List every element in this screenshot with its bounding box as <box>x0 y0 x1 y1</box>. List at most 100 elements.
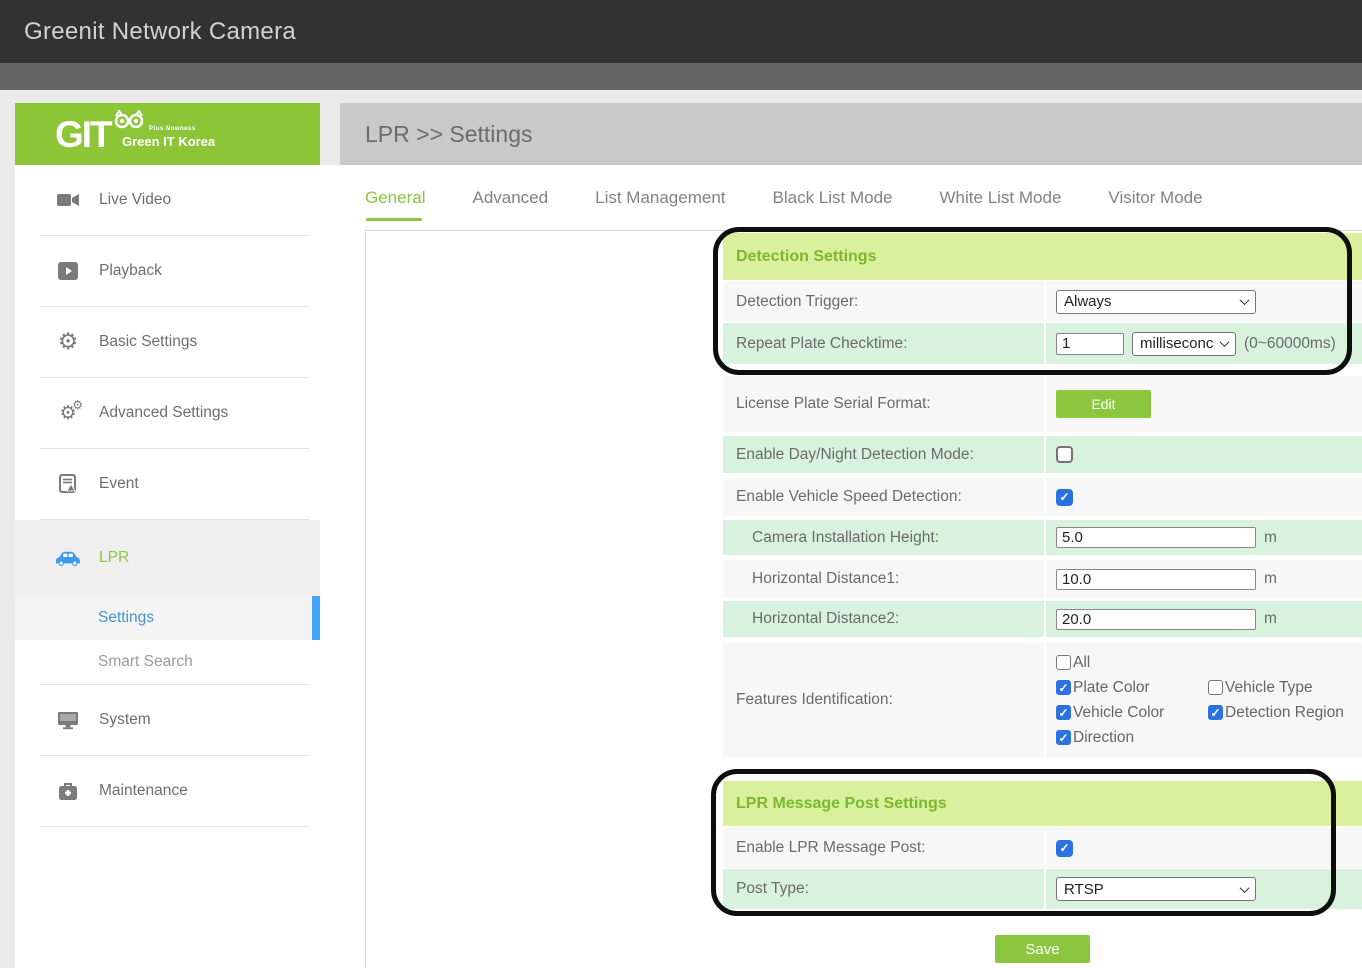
sidebar-item-label: Maintenance <box>99 782 188 800</box>
repeat-unit-select[interactable]: milliseconc <box>1132 332 1236 356</box>
row-day-night-mode: Enable Day/Night Detection Mode: <box>723 436 1362 473</box>
sidebar-item-lpr[interactable]: LPR <box>15 520 320 596</box>
row-license-plate-serial-format: License Plate Serial Format: Edit <box>723 376 1362 432</box>
detection-trigger-select[interactable]: Always <box>1056 290 1256 314</box>
monitor-icon <box>55 710 81 730</box>
event-document-icon <box>55 474 81 494</box>
field-label: Horizontal Distance1: <box>723 560 1046 598</box>
edit-button[interactable]: Edit <box>1056 390 1151 418</box>
sidebar-item-system[interactable]: System <box>15 685 320 755</box>
direction-checkbox[interactable] <box>1056 730 1071 745</box>
field-label: Enable LPR Message Post: <box>723 828 1046 868</box>
post-type-select[interactable]: RTSP <box>1056 877 1256 901</box>
owl-icon <box>112 110 146 130</box>
horizontal-distance2-input[interactable] <box>1056 609 1256 630</box>
sidebar-subitem-label: Settings <box>98 609 154 627</box>
field-label: Horizontal Distance2: <box>723 601 1046 637</box>
app-header: Greenit Network Camera <box>0 0 1362 63</box>
field-label: Enable Day/Night Detection Mode: <box>723 436 1046 473</box>
car-icon <box>55 549 81 567</box>
enable-lpr-post-checkbox[interactable] <box>1056 840 1073 857</box>
row-repeat-plate-checktime: Repeat Plate Checktime: milliseconc (0~6… <box>723 323 1362 364</box>
sidebar-item-label: Event <box>99 475 139 493</box>
tab-advanced[interactable]: Advanced <box>472 188 548 208</box>
feature-vehicle-type: Vehicle Type <box>1208 679 1344 697</box>
tab-bar: General Advanced List Management Black L… <box>340 165 1362 230</box>
sidebar-item-label: Basic Settings <box>99 333 197 351</box>
field-label: License Plate Serial Format: <box>723 376 1046 432</box>
daynight-checkbox[interactable] <box>1056 446 1073 463</box>
settings-table: Detection Settings Detection Trigger: Al… <box>723 233 1362 963</box>
sidebar-item-playback[interactable]: Playback <box>15 236 320 306</box>
tab-visitor-mode[interactable]: Visitor Mode <box>1108 188 1202 208</box>
tab-list-management[interactable]: List Management <box>595 188 725 208</box>
feature-direction: Direction <box>1056 729 1208 747</box>
content-panel-border-left <box>365 230 366 968</box>
vehicle-color-checkbox[interactable] <box>1056 705 1071 720</box>
sidebar-subitem-smart-search[interactable]: Smart Search <box>15 640 320 684</box>
feature-vehicle-color: Vehicle Color <box>1056 704 1208 722</box>
repeat-checktime-input[interactable] <box>1056 333 1124 355</box>
sidebar-item-label: System <box>99 711 151 729</box>
section-title: LPR Message Post Settings <box>736 795 947 813</box>
breadcrumb: LPR >> Settings <box>340 121 533 148</box>
row-camera-installation-height: Camera Installation Height: m <box>723 520 1362 555</box>
sidebar-item-advanced-settings[interactable]: ⚙⚙ Advanced Settings <box>15 378 320 448</box>
sidebar-item-label: Playback <box>99 262 162 280</box>
header-sub-bar <box>0 63 1362 90</box>
field-label: Post Type: <box>723 869 1046 909</box>
detection-settings-header: Detection Settings <box>723 233 1362 280</box>
feature-detection-region: Detection Region <box>1208 704 1344 722</box>
active-indicator-bar <box>312 596 320 640</box>
field-label: Camera Installation Height: <box>723 520 1046 555</box>
vehicle-speed-checkbox[interactable] <box>1056 489 1073 506</box>
play-icon <box>55 262 81 280</box>
range-hint: (0~60000ms) <box>1244 335 1336 353</box>
plate-color-checkbox[interactable] <box>1056 680 1071 695</box>
sidebar-item-maintenance[interactable]: Maintenance <box>15 756 320 826</box>
gears-icon: ⚙⚙ <box>55 404 81 423</box>
feature-all: All <box>1056 654 1208 672</box>
gear-icon: ⚙ <box>55 331 81 354</box>
sidebar-item-event[interactable]: Event <box>15 449 320 519</box>
chevron-down-icon <box>1240 295 1250 305</box>
field-label: Features Identification: <box>723 643 1046 757</box>
logo-tagline: Plus Nowness <box>149 126 196 132</box>
video-camera-icon <box>55 191 81 209</box>
breadcrumb-bar: LPR >> Settings <box>340 103 1362 165</box>
row-enable-lpr-message-post: Enable LPR Message Post: <box>723 828 1362 868</box>
row-detection-trigger: Detection Trigger: Always <box>723 281 1362 322</box>
sidebar-item-basic-settings[interactable]: ⚙ Basic Settings <box>15 307 320 377</box>
field-label: Enable Vehicle Speed Detection: <box>723 478 1046 516</box>
lpr-message-post-settings-header: LPR Message Post Settings <box>723 781 1362 826</box>
horizontal-distance1-input[interactable] <box>1056 569 1256 590</box>
sidebar-item-label: Live Video <box>99 191 171 209</box>
unit-label: m <box>1264 610 1277 628</box>
sidebar: GIT Plus Nowness Green IT Korea Live Vid… <box>15 103 320 968</box>
row-horizontal-distance1: Horizontal Distance1: m <box>723 560 1362 598</box>
unit-label: m <box>1264 570 1277 588</box>
row-features-identification: Features Identification: All Plate Color… <box>723 643 1362 757</box>
unit-label: m <box>1264 529 1277 547</box>
chevron-down-icon <box>1240 883 1250 893</box>
app-title: Greenit Network Camera <box>0 18 296 46</box>
tab-general[interactable]: General <box>365 188 425 208</box>
tab-black-list-mode[interactable]: Black List Mode <box>773 188 893 208</box>
section-title: Detection Settings <box>736 248 876 266</box>
sidebar-item-label: LPR <box>99 549 129 567</box>
feature-plate-color: Plate Color <box>1056 679 1208 697</box>
company-logo: GIT Plus Nowness Green IT Korea <box>15 103 320 165</box>
field-label: Repeat Plate Checktime: <box>723 323 1046 364</box>
sidebar-item-live-video[interactable]: Live Video <box>15 165 320 235</box>
content-panel-border-top <box>365 230 1362 231</box>
vehicle-type-checkbox[interactable] <box>1208 680 1223 695</box>
row-horizontal-distance2: Horizontal Distance2: m <box>723 601 1362 637</box>
logo-text: GIT <box>55 114 111 156</box>
toolbox-icon <box>55 782 81 801</box>
camera-height-input[interactable] <box>1056 527 1256 548</box>
sidebar-subitem-settings[interactable]: Settings <box>15 596 320 640</box>
all-checkbox[interactable] <box>1056 655 1071 670</box>
tab-white-list-mode[interactable]: White List Mode <box>940 188 1062 208</box>
save-button[interactable]: Save <box>995 935 1090 963</box>
detection-region-checkbox[interactable] <box>1208 705 1223 720</box>
